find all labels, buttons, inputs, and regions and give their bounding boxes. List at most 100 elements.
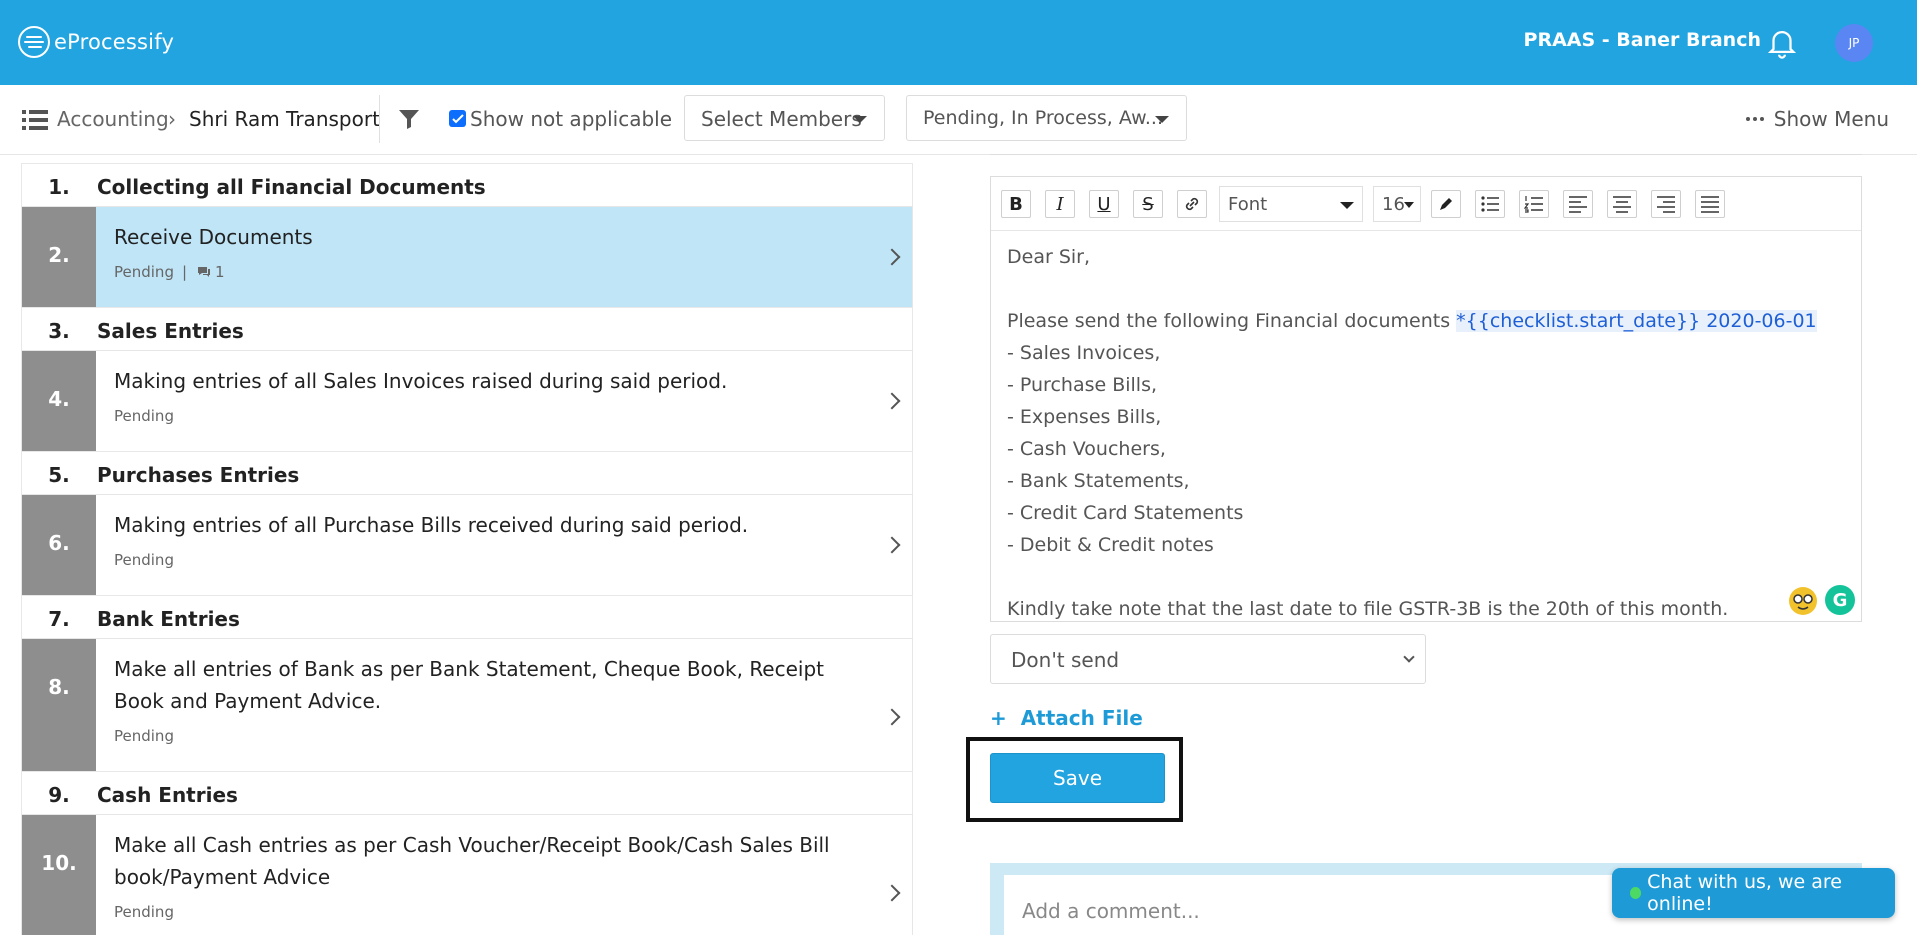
section-number: 9. bbox=[48, 783, 70, 807]
section-header: 1. Collecting all Financial Documents bbox=[21, 163, 913, 206]
section-header: 7. Bank Entries bbox=[21, 595, 913, 638]
send-option-value: Don't send bbox=[1011, 648, 1120, 672]
task-meta: Pending bbox=[114, 407, 852, 425]
breadcrumb-client: Shri Ram Transport bbox=[189, 107, 380, 131]
app-logo[interactable]: eProcessify bbox=[18, 26, 174, 58]
chevron-right-icon[interactable] bbox=[883, 884, 901, 902]
italic-icon[interactable]: I bbox=[1045, 190, 1075, 218]
caret-down-icon bbox=[1155, 116, 1169, 123]
template-variable: *{{checklist.start_date}} 2020-06-01 bbox=[1456, 310, 1817, 332]
task-meta: Pending bbox=[114, 727, 852, 745]
task-status: Pending bbox=[114, 727, 174, 745]
task-number: 8. bbox=[22, 639, 96, 771]
editor-toolbar: B I U S Font 16 bbox=[991, 177, 1861, 231]
toolbar: Accounting › Shri Ram Transport Show not… bbox=[0, 85, 1917, 155]
show-not-applicable-checkbox[interactable] bbox=[449, 110, 466, 127]
task-status: Pending bbox=[114, 551, 174, 569]
chat-label: Chat with us, we are online! bbox=[1647, 871, 1842, 915]
doc-item: - Bank Statements, bbox=[1007, 470, 1190, 492]
align-left-icon[interactable] bbox=[1563, 190, 1593, 218]
section-title: Cash Entries bbox=[97, 783, 238, 807]
checklist-panel: 1. Collecting all Financial Documents 2.… bbox=[21, 163, 913, 935]
caret-down-icon bbox=[1340, 202, 1354, 209]
task-title: Making entries of all Purchase Bills rec… bbox=[114, 513, 749, 537]
breadcrumb-accounting[interactable]: Accounting bbox=[57, 107, 169, 131]
more-dots-icon bbox=[1745, 117, 1764, 121]
breadcrumb-separator-icon: › bbox=[168, 107, 176, 131]
filter-icon[interactable] bbox=[398, 108, 420, 130]
task-item[interactable]: 8. Make all entries of Bank as per Bank … bbox=[21, 638, 913, 771]
emoji-icon[interactable] bbox=[1789, 587, 1817, 615]
section-number: 5. bbox=[48, 463, 70, 487]
task-item[interactable]: 4. Making entries of all Sales Invoices … bbox=[21, 350, 913, 451]
strikethrough-icon[interactable]: S bbox=[1133, 190, 1163, 218]
doc-item: - Cash Vouchers, bbox=[1007, 438, 1166, 460]
comments-icon bbox=[198, 267, 211, 277]
chevron-down-icon bbox=[1403, 651, 1415, 663]
task-title: Receive Documents bbox=[114, 225, 313, 249]
send-option-select[interactable]: Don't send bbox=[990, 634, 1426, 684]
list-icon[interactable] bbox=[22, 109, 48, 131]
task-item[interactable]: 6. Making entries of all Purchase Bills … bbox=[21, 494, 913, 595]
task-item[interactable]: 2. Receive Documents Pending | 1 bbox=[21, 206, 913, 307]
chat-widget-button[interactable]: Chat with us, we are online! bbox=[1612, 868, 1895, 918]
section-header: 3. Sales Entries bbox=[21, 307, 913, 350]
branch-name[interactable]: PRAAS - Baner Branch bbox=[1524, 29, 1761, 51]
font-family-select[interactable]: Font bbox=[1219, 186, 1363, 222]
show-menu-button[interactable]: Show Menu bbox=[1745, 107, 1889, 131]
select-members-label: Select Members bbox=[701, 107, 862, 131]
email-intro: Please send the following Financial docu… bbox=[1007, 310, 1451, 332]
font-size-select[interactable]: 16 bbox=[1373, 186, 1421, 222]
bold-icon[interactable]: B bbox=[1001, 190, 1031, 218]
status-filter-dropdown[interactable]: Pending, In Process, Aw... bbox=[906, 95, 1187, 141]
section-number: 1. bbox=[48, 175, 70, 199]
task-title: Make all entries of Bank as per Bank Sta… bbox=[114, 657, 825, 713]
email-intro-line: Please send the following Financial docu… bbox=[1007, 305, 1845, 337]
task-meta: Pending bbox=[114, 551, 852, 569]
rich-text-editor[interactable]: B I U S Font 16 Dear Sir, Please send th… bbox=[990, 176, 1862, 622]
status-filter-label: Pending, In Process, Aw... bbox=[923, 107, 1164, 129]
section-title: Purchases Entries bbox=[97, 463, 300, 487]
attach-file-label: Attach File bbox=[1020, 706, 1143, 730]
user-avatar[interactable]: JP bbox=[1835, 24, 1873, 62]
link-icon[interactable] bbox=[1177, 190, 1207, 218]
comment-count: 1 bbox=[215, 263, 225, 281]
save-button[interactable]: Save bbox=[990, 753, 1165, 803]
chevron-right-icon[interactable] bbox=[883, 708, 901, 726]
font-size-label: 16 bbox=[1382, 194, 1405, 215]
show-menu-label: Show Menu bbox=[1773, 107, 1889, 131]
chevron-right-icon[interactable] bbox=[883, 248, 901, 266]
section-header: 9. Cash Entries bbox=[21, 771, 913, 814]
highlight-pen-icon[interactable] bbox=[1431, 190, 1461, 218]
chevron-right-icon[interactable] bbox=[883, 392, 901, 410]
task-title: Make all Cash entries as per Cash Vouche… bbox=[114, 833, 830, 889]
editor-content[interactable]: Dear Sir, Please send the following Fina… bbox=[991, 231, 1861, 635]
bell-icon[interactable] bbox=[1765, 24, 1799, 60]
section-number: 7. bbox=[48, 607, 70, 631]
doc-item: - Debit & Credit notes bbox=[1007, 534, 1214, 556]
app-name: eProcessify bbox=[54, 30, 175, 54]
numbered-list-icon[interactable] bbox=[1519, 190, 1549, 218]
caret-down-icon bbox=[1404, 202, 1414, 208]
doc-item: - Sales Invoices, bbox=[1007, 342, 1161, 364]
chevron-right-icon[interactable] bbox=[883, 536, 901, 554]
task-item[interactable]: 10. Make all Cash entries as per Cash Vo… bbox=[21, 814, 913, 935]
grammarly-icon[interactable]: G bbox=[1825, 585, 1855, 615]
caret-down-icon bbox=[853, 116, 867, 123]
doc-item: - Expenses Bills, bbox=[1007, 406, 1162, 428]
meta-separator: | bbox=[181, 263, 188, 281]
show-not-applicable-label[interactable]: Show not applicable bbox=[470, 107, 672, 131]
underline-icon[interactable]: U bbox=[1089, 190, 1119, 218]
align-center-icon[interactable] bbox=[1607, 190, 1637, 218]
align-right-icon[interactable] bbox=[1651, 190, 1681, 218]
align-justify-icon[interactable] bbox=[1695, 190, 1725, 218]
plus-icon: + bbox=[990, 706, 1007, 730]
email-closing: Kindly take note that the last date to f… bbox=[1007, 598, 1729, 620]
attach-file-link[interactable]: + Attach File bbox=[990, 706, 1143, 730]
bullet-list-icon[interactable] bbox=[1475, 190, 1505, 218]
doc-item: - Credit Card Statements bbox=[1007, 502, 1244, 524]
select-members-dropdown[interactable]: Select Members bbox=[684, 95, 885, 141]
section-title: Sales Entries bbox=[97, 319, 244, 343]
